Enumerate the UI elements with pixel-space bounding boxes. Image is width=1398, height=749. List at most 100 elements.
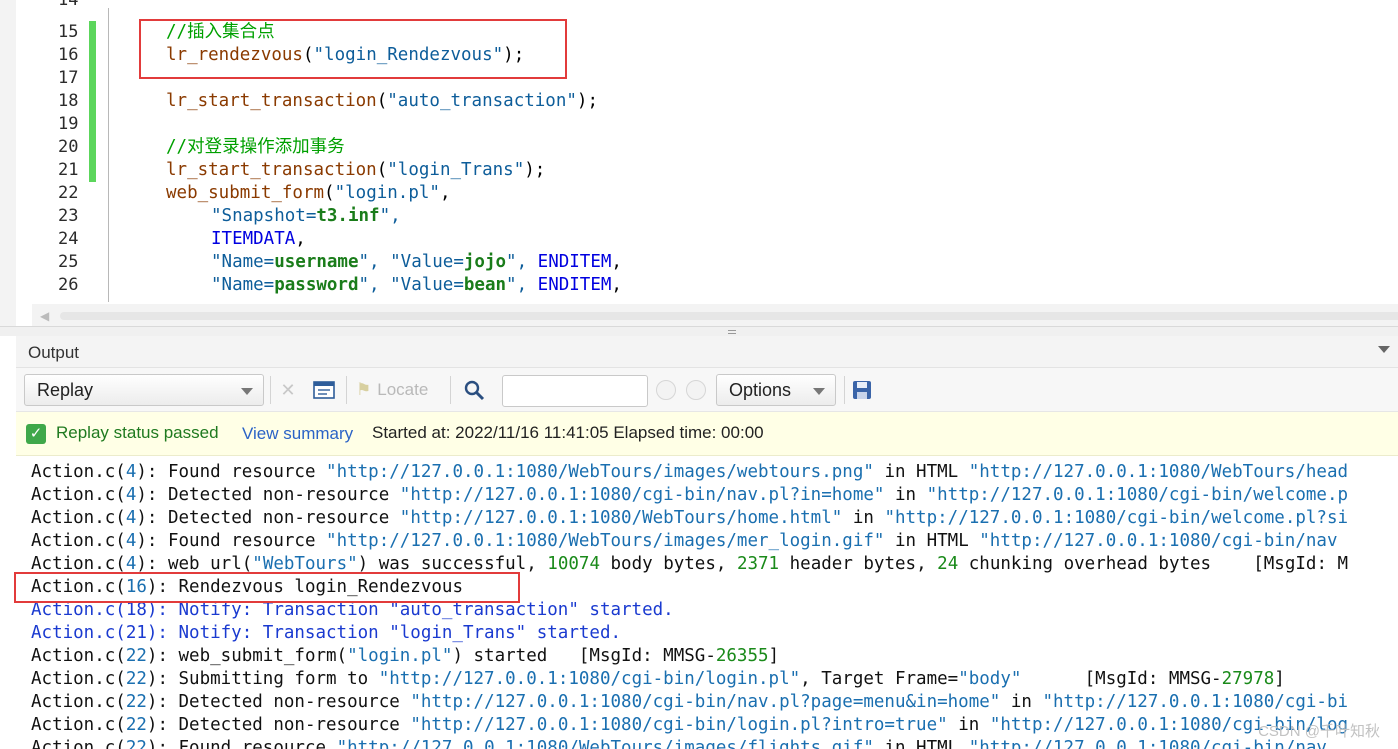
next-icon[interactable] [686, 380, 706, 400]
code-line-21[interactable]: lr_start_transaction("login_Trans"); [166, 159, 545, 182]
code-token: jojo [463, 252, 507, 272]
search-input[interactable] [502, 375, 648, 407]
code-token: t3.inf [316, 206, 380, 226]
view-summary-link[interactable]: View summary [242, 424, 353, 444]
line-number: 21 [58, 160, 79, 180]
check-icon: ✓ [26, 424, 46, 444]
toolbar-separator [346, 376, 347, 404]
line-number: 23 [58, 206, 79, 226]
output-toolbar: Replay ✕ ⚑ Locate Options [16, 368, 1398, 412]
code-token: "Value= [390, 252, 464, 272]
search-icon[interactable] [462, 378, 486, 402]
code-token: ( [324, 183, 335, 203]
options-button[interactable]: Options [716, 374, 836, 406]
line-number: 14 [58, 0, 79, 10]
locate-button[interactable]: ⚑ Locate [356, 376, 428, 404]
code-token: "login_Trans" [387, 160, 525, 180]
line-number: 26 [58, 275, 79, 295]
fold-guide [108, 8, 109, 302]
code-token: , [295, 229, 306, 249]
locate-label: Locate [377, 380, 429, 399]
scroll-left-icon[interactable]: ◀ [40, 309, 49, 323]
code-token: ENDITEM [537, 252, 612, 272]
toolbar-separator [270, 376, 271, 404]
previous-icon[interactable] [656, 380, 676, 400]
change-marker [89, 159, 96, 182]
annotation-box-rendezvous-log [14, 572, 520, 603]
change-marker [89, 113, 96, 136]
code-token: "Name= [211, 275, 275, 295]
code-token: ", [358, 252, 391, 272]
code-token: ); [576, 91, 598, 111]
code-token: "Name= [211, 252, 275, 272]
code-token: username [274, 252, 359, 272]
log-line: Action.c(4): Found resource "http://127.… [31, 531, 1338, 551]
output-header: Output [16, 336, 1398, 368]
log-line: Action.c(22): Submitting form to "http:/… [31, 669, 1285, 689]
line-number: 22 [58, 183, 79, 203]
log-line: Action.c(4): Detected non-resource "http… [31, 508, 1349, 528]
code-token: lr_start_transaction [166, 91, 377, 111]
code-token: ", [506, 252, 538, 272]
code-line-18[interactable]: lr_start_transaction("auto_transaction")… [166, 90, 598, 113]
scrollbar-thumb[interactable] [60, 312, 1398, 320]
code-line-20[interactable]: //对登录操作添加事务 [166, 136, 345, 159]
log-line: Action.c(4): Detected non-resource "http… [31, 485, 1349, 505]
code-token: web_submit_form [166, 183, 325, 203]
line-number: 24 [58, 229, 79, 249]
replay-status-bar: ✓ Replay status passed View summary Star… [16, 412, 1398, 456]
code-token: ( [376, 91, 388, 111]
line-number: 17 [58, 68, 79, 88]
mode-select-value: Replay [37, 380, 94, 400]
panel-splitter[interactable] [0, 326, 1398, 336]
line-number: 18 [58, 91, 79, 111]
dropdown-menu-icon[interactable] [1378, 346, 1390, 353]
code-token: ", [506, 275, 538, 295]
started-at-text: Started at: 2022/11/16 11:41:05 Elapsed … [372, 423, 764, 442]
change-marker [89, 21, 96, 44]
code-token: ( [376, 160, 388, 180]
code-token: , [611, 275, 622, 295]
line-number: 20 [58, 137, 79, 157]
horizontal-scrollbar[interactable]: ◀ [32, 304, 1398, 326]
code-line-24[interactable]: ITEMDATA, [211, 228, 306, 251]
annotation-box-rendezvous [139, 19, 567, 79]
change-marker [89, 44, 96, 67]
chevron-down-icon [241, 388, 253, 395]
code-line-26[interactable]: "Name=password", "Value=bean", ENDITEM, [211, 274, 622, 297]
code-line-25[interactable]: "Name=username", "Value=jojo", ENDITEM, [211, 251, 622, 274]
code-token: ", [379, 206, 401, 226]
mode-select[interactable]: Replay [24, 374, 264, 406]
output-window-icon[interactable] [312, 378, 336, 402]
line-number: 25 [58, 252, 79, 272]
replay-status-text: Replay status passed [56, 423, 219, 442]
chevron-down-icon [813, 388, 825, 395]
toolbar-separator [844, 376, 845, 404]
log-line: Action.c(4): Found resource "http://127.… [31, 462, 1349, 482]
code-token: password [274, 275, 359, 295]
change-marker [89, 67, 96, 90]
grip-icon [728, 330, 736, 334]
code-line-23[interactable]: "Snapshot=t3.inf", [211, 205, 401, 228]
code-token: lr_start_transaction [166, 160, 377, 180]
code-token: ENDITEM [537, 275, 612, 295]
log-line-notify: Action.c(21): Notify: Transaction "login… [31, 623, 622, 643]
clear-icon[interactable]: ✕ [276, 378, 300, 402]
code-token: "Value= [390, 275, 464, 295]
toolbar-separator [450, 376, 451, 404]
output-title: Output [28, 343, 80, 362]
code-token: ", [358, 275, 391, 295]
code-line-22[interactable]: web_submit_form("login.pl", [166, 182, 451, 205]
code-token: , [611, 252, 622, 272]
line-number: 15 [58, 22, 79, 42]
code-token: "Snapshot= [211, 206, 317, 226]
log-line: Action.c(22): Detected non-resource "htt… [31, 692, 1349, 712]
watermark: CSDN @千叶知秋 [1258, 723, 1380, 740]
code-token: "login.pl" [334, 183, 440, 203]
code-token: bean [463, 275, 507, 295]
options-label: Options [729, 380, 792, 400]
save-icon[interactable] [850, 378, 874, 402]
locate-flag-icon: ⚑ [356, 380, 372, 399]
change-marker [89, 136, 96, 159]
log-line: Action.c(22): Detected non-resource "htt… [31, 715, 1349, 735]
